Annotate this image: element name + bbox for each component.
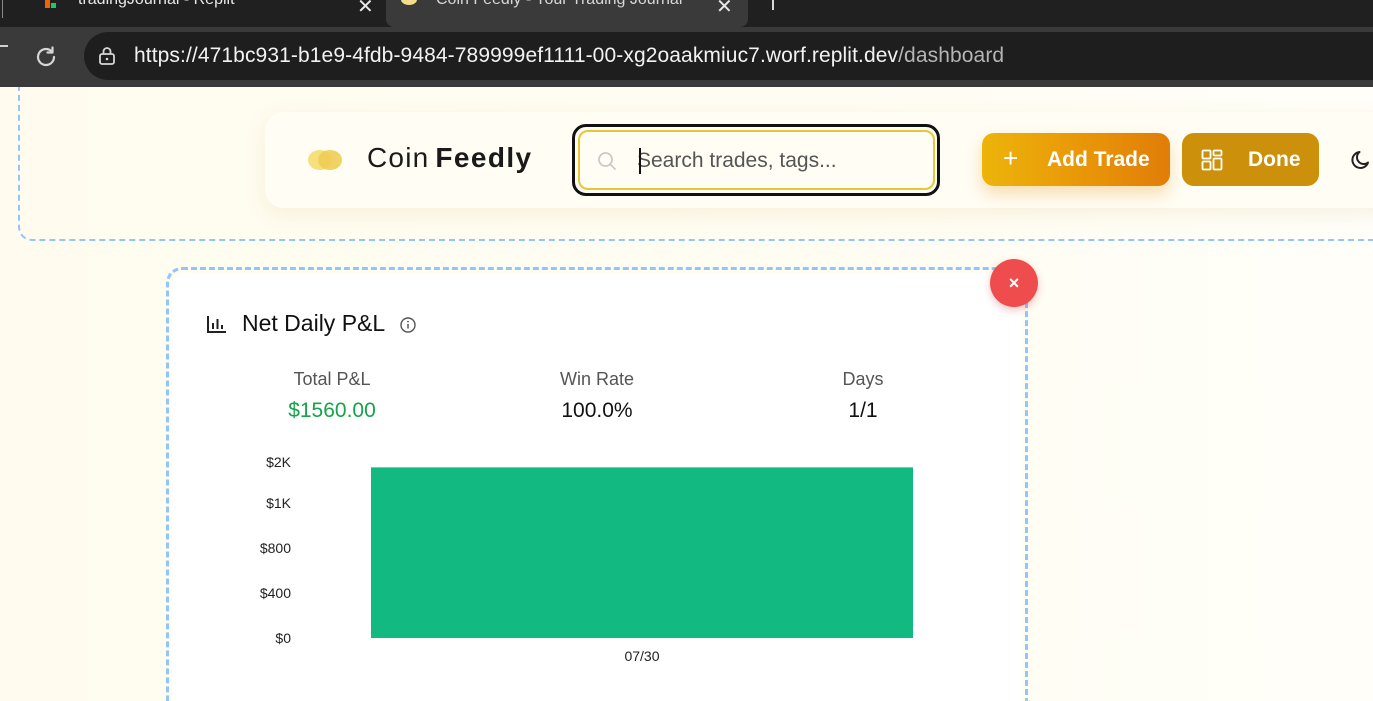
y-tick-label: $800 [260, 540, 291, 556]
new-tab-button[interactable] [772, 0, 774, 10]
stat-value: $1560.00 [288, 399, 376, 422]
plus-icon: + [1003, 143, 1019, 173]
stat-value: 100.0% [561, 399, 633, 422]
tab-title: tradingJournal - Replit [78, 0, 278, 9]
tab-close-icon[interactable]: ✕ [357, 0, 374, 19]
tab-separator [2, 0, 3, 18]
stat-win-rate: Win Rate 100.0% [527, 369, 667, 423]
tab-close-icon[interactable]: ✕ [716, 0, 733, 19]
brand-logo-text[interactable]: Coin Feedly [367, 142, 533, 174]
stat-value: 1/1 [848, 399, 878, 422]
pnl-bar[interactable] [371, 467, 913, 638]
coin-feedly-favicon [401, 0, 417, 5]
stat-total-pnl: Total P&L $1560.00 [262, 369, 402, 423]
pnl-bar-chart: $0 $400 $800 $1K $2K 07/30 [230, 447, 930, 677]
remove-widget-button[interactable]: × [990, 259, 1038, 307]
search-input[interactable] [637, 145, 917, 177]
replit-icon [45, 0, 57, 8]
moon-icon[interactable] [1350, 149, 1372, 171]
y-tick-label: $400 [260, 585, 291, 601]
done-button[interactable]: Done [1182, 133, 1319, 186]
search-icon [598, 152, 616, 170]
browser-tab-coin-feedly[interactable]: Coin Feedly - Your Trading Journal ✕ [386, 0, 748, 27]
site-info-icon[interactable] [97, 46, 117, 66]
browser-tab-replit[interactable]: tradingJournal - Replit ✕ [32, 0, 384, 27]
x-tick-label: 07/30 [624, 648, 659, 664]
widget-title: Net Daily P&L [242, 310, 386, 336]
dashboard-page: CoinFeedly + Add Trade Done × Net Daily … [0, 87, 1373, 701]
back-arrow-icon[interactable] [0, 45, 8, 47]
add-trade-button[interactable]: + Add Trade [982, 133, 1170, 186]
coin-logo-icon [308, 150, 342, 170]
stat-label: Win Rate [559, 369, 635, 389]
bar-chart-icon [207, 316, 226, 333]
stat-days: Days 1/1 [793, 369, 933, 423]
done-label: Done [1248, 148, 1301, 171]
browser-tab-bar: tradingJournal - Replit ✕ Coin Feedly - … [0, 0, 1373, 27]
text-cursor [639, 148, 641, 174]
y-tick-label: $1K [266, 495, 292, 511]
tab-title: Coin Feedly - Your Trading Journal [436, 0, 704, 9]
add-trade-label: Add Trade [1047, 148, 1150, 171]
stat-label: Total P&L [293, 369, 371, 389]
y-tick-label: $2K [266, 454, 292, 470]
url-host: https://471bc931-b1e9-4fdb-9484-789999ef… [134, 44, 899, 67]
info-icon[interactable] [399, 316, 417, 334]
chart-canvas: $0 $400 $800 $1K $2K 07/30 [260, 454, 913, 664]
brand-name-light: Coin [367, 142, 430, 173]
layout-grid-icon [1201, 149, 1223, 171]
stat-label: Days [842, 369, 884, 389]
url-path: /dashboard [898, 44, 1005, 67]
y-tick-label: $0 [275, 630, 291, 646]
brand-name-bold: Feedly [435, 142, 533, 173]
url-text[interactable]: https://471bc931-b1e9-4fdb-9484-789999ef… [134, 44, 1004, 68]
reload-icon[interactable] [33, 44, 59, 70]
